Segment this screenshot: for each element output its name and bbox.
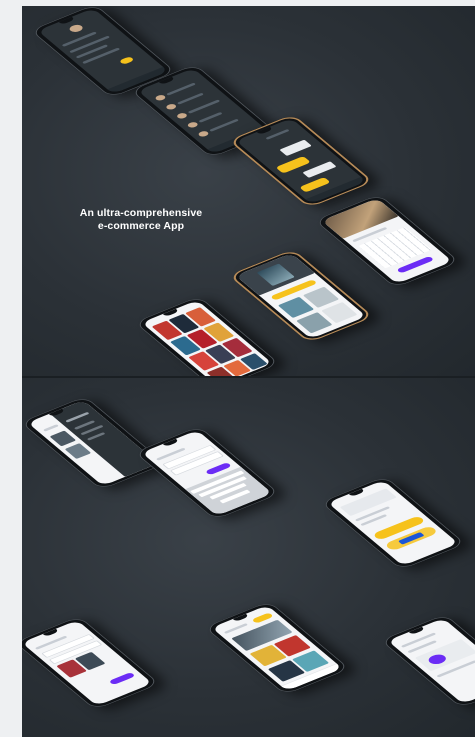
phone-book-detail [228, 249, 374, 343]
keyboard [185, 466, 273, 516]
phone-catalog-grid [134, 296, 280, 376]
phone-sign-up-keyboard [134, 426, 280, 520]
phone-filter-list [22, 616, 160, 710]
hero-line-2: e-commerce App [97, 220, 185, 232]
hero-line-1: An ultra-comprehensive [79, 207, 203, 219]
showcase-frame: An ultra-comprehensive e-commerce App [22, 6, 475, 737]
phone-navigation-menu [22, 396, 166, 490]
apply-filter-button [108, 672, 136, 686]
phone-calendar-booking [314, 194, 460, 288]
phone-home-feed [204, 601, 350, 695]
phone-order-tracking [380, 614, 475, 708]
hero-headline: An ultra-comprehensive e-commerce App [56, 207, 226, 233]
showcase-panel-bottom [22, 378, 475, 737]
hero-image [321, 198, 399, 239]
menu-action-button [118, 56, 135, 65]
showcase-panel-top: An ultra-comprehensive e-commerce App [22, 6, 475, 376]
phone-checkout [320, 476, 466, 570]
avatar [67, 23, 85, 34]
